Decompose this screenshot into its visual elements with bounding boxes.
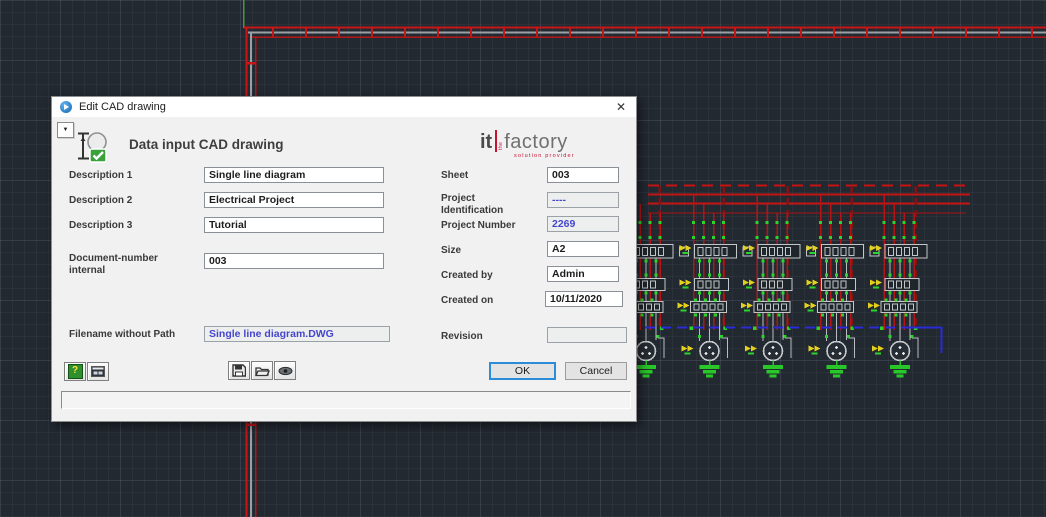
label-sheet: Sheet <box>441 170 533 182</box>
help-icon: ? <box>68 364 83 379</box>
filename-field[interactable] <box>204 326 390 342</box>
revision-field[interactable] <box>547 327 627 343</box>
overflow-menu-button[interactable]: ▼ <box>57 122 74 138</box>
edit-cad-drawing-dialog: Edit CAD drawing ✕ ▼ Data input CAD draw… <box>51 96 637 422</box>
label-size: Size <box>441 245 533 257</box>
label-description-2: Description 2 <box>69 195 189 207</box>
cad-dimension-icon <box>77 129 109 164</box>
open-folder-button[interactable] <box>251 361 273 380</box>
app-icon <box>60 101 72 113</box>
dialog-titlebar[interactable]: Edit CAD drawing ✕ <box>52 97 636 117</box>
logo-red-bar <box>495 130 497 152</box>
form-settings-button[interactable] <box>87 362 109 381</box>
size-field[interactable] <box>547 241 619 257</box>
status-bar <box>61 391 631 409</box>
project-number-field[interactable] <box>547 216 619 232</box>
logo-it-text: it <box>480 132 492 152</box>
preview-button[interactable] <box>274 361 296 380</box>
sheet-field[interactable] <box>547 167 619 183</box>
created-on-field[interactable] <box>545 291 623 307</box>
help-button[interactable]: ? <box>64 362 86 381</box>
description-1-field[interactable] <box>204 167 384 183</box>
project-identification-field[interactable] <box>547 192 619 208</box>
open-folder-icon <box>255 365 270 377</box>
dialog-heading: Data input CAD drawing <box>129 137 284 152</box>
label-filename-without-path: Filename without Path <box>69 329 189 341</box>
label-project-identification: Project Identification <box>441 193 511 217</box>
label-description-1: Description 1 <box>69 170 189 182</box>
created-by-field[interactable] <box>547 266 619 282</box>
form-icon <box>91 366 105 377</box>
save-icon <box>232 364 246 377</box>
logo-the-text: the <box>498 144 504 150</box>
dialog-title: Edit CAD drawing <box>79 101 166 113</box>
save-button[interactable] <box>228 361 250 380</box>
ok-button[interactable]: OK <box>489 362 556 380</box>
label-created-on: Created on <box>441 295 533 307</box>
single-line-diagram <box>614 186 970 378</box>
document-number-internal-field[interactable] <box>204 253 384 269</box>
itfactory-logo: it the factory solution provider <box>480 130 610 159</box>
cancel-button[interactable]: Cancel <box>565 362 627 380</box>
logo-factory-text: factory <box>504 132 568 152</box>
label-description-3: Description 3 <box>69 220 189 232</box>
eye-icon <box>278 366 293 376</box>
logo-tagline: solution provider <box>514 153 610 159</box>
description-3-field[interactable] <box>204 217 384 233</box>
close-icon[interactable]: ✕ <box>606 97 636 117</box>
label-created-by: Created by <box>441 270 533 282</box>
label-revision: Revision <box>441 331 533 343</box>
label-document-number-internal: Document-number internal <box>69 253 174 277</box>
autocad-workspace: Edit CAD drawing ✕ ▼ Data input CAD draw… <box>0 0 1046 517</box>
description-2-field[interactable] <box>204 192 384 208</box>
label-project-number: Project Number <box>441 220 533 232</box>
